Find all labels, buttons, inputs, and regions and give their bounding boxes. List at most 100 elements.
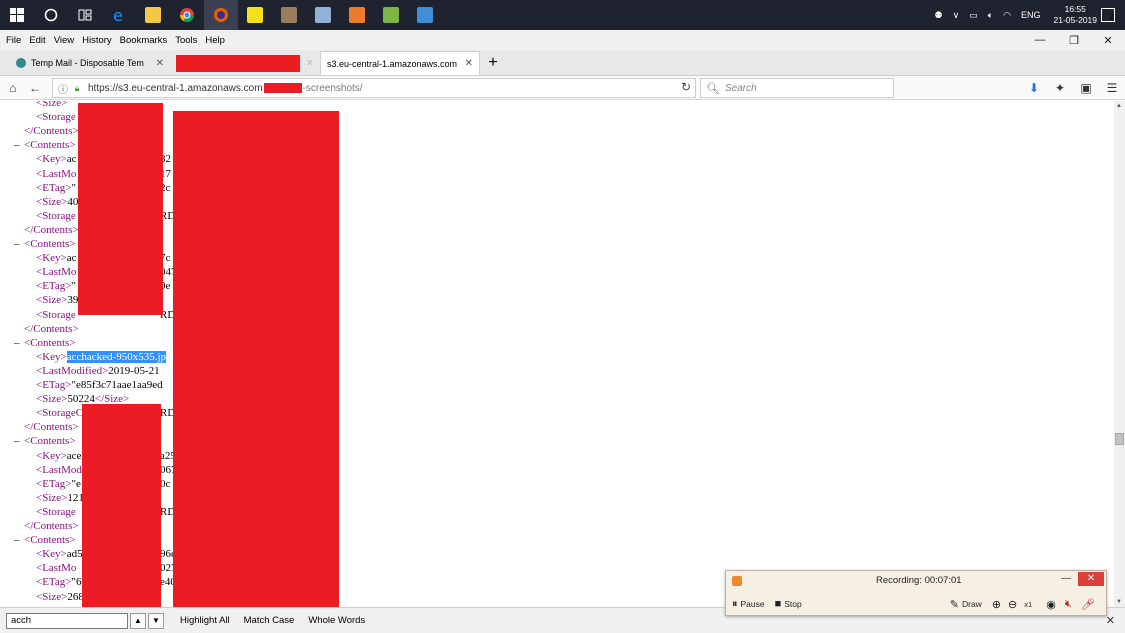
back-button[interactable]: ←: [24, 77, 46, 99]
xml-line: <ETag>"e85f3c71aae1aa9ed: [36, 378, 163, 392]
screen-recorder-widget: Recording: 00:07:01 — ✕ ⏸︎ Pause ■ Stop …: [725, 570, 1107, 616]
file-explorer-icon[interactable]: [136, 0, 170, 30]
task-view-icon[interactable]: [68, 0, 102, 30]
new-tab-button[interactable]: +: [480, 51, 506, 75]
xml-line: <Size>: [36, 101, 67, 110]
xml-tag: <Size>: [36, 590, 68, 603]
app-icon[interactable]: [272, 0, 306, 30]
info-icon[interactable]: ⓘ: [56, 81, 70, 96]
scroll-down-icon[interactable]: ▼: [1116, 599, 1122, 605]
recorder-logo-icon: [732, 576, 742, 586]
collapse-toggle[interactable]: –: [14, 533, 24, 547]
xml-value: ": [71, 181, 76, 194]
close-tab-icon[interactable]: ✕: [156, 58, 164, 69]
draw-button[interactable]: ✎ Draw: [950, 598, 982, 611]
speaker-button[interactable]: 🔇︎: [1065, 598, 1075, 611]
lock-icon[interactable]: 🔒︎: [70, 83, 84, 94]
notification-center-icon[interactable]: 2: [1101, 8, 1115, 22]
microphone-button[interactable]: 🎤︎: [1081, 598, 1098, 611]
stop-button[interactable]: ■ Stop: [775, 598, 802, 610]
close-window-button[interactable]: ✕: [1091, 30, 1125, 50]
webcam-button[interactable]: ◉: [1046, 598, 1059, 611]
whole-words-toggle[interactable]: Whole Words: [308, 615, 365, 626]
xml-tag: <StorageC: [36, 407, 84, 420]
battery-icon[interactable]: ▭: [969, 10, 978, 21]
screen-recorder-icon[interactable]: [340, 0, 374, 30]
xml-line: <ETag>": [36, 181, 76, 195]
minimize-button[interactable]: —: [1023, 30, 1057, 50]
windows-start-icon[interactable]: [0, 0, 34, 30]
find-input[interactable]: acch: [6, 612, 128, 629]
find-next-button[interactable]: ▼: [148, 612, 164, 629]
system-tray: ⚉ ∨ ▭ 🔈︎ ◠ ENG 16:55 21-05-2019: [930, 0, 1125, 30]
menu-view[interactable]: View: [50, 35, 78, 46]
hamburger-menu-icon[interactable]: ☰: [1099, 77, 1125, 99]
cortana-icon[interactable]: [34, 0, 68, 30]
collapse-toggle[interactable]: –: [14, 434, 24, 448]
notebook-icon[interactable]: [306, 0, 340, 30]
menu-help[interactable]: Help: [201, 35, 229, 46]
find-previous-button[interactable]: ▲: [130, 612, 146, 629]
search-bar[interactable]: 🔍︎ Search: [700, 78, 894, 98]
xml-tag: <Contents>: [24, 139, 76, 152]
xml-tag: <Storage: [36, 308, 76, 321]
tab-redacted[interactable]: ✕: [170, 51, 320, 75]
tab-s3-active[interactable]: s3.eu-central-1.amazonaws.com ✕: [320, 51, 480, 75]
microphone-muted-icon: 🎤︎: [1080, 598, 1095, 611]
sidebar-icon[interactable]: ▣: [1073, 77, 1099, 99]
xml-tag: </Contents>: [24, 125, 79, 138]
image-viewer-icon[interactable]: [374, 0, 408, 30]
people-icon[interactable]: ⚉: [935, 10, 943, 21]
menu-file[interactable]: File: [2, 35, 25, 46]
firefox-icon[interactable]: [204, 0, 238, 30]
xml-tag: <Size>: [36, 294, 68, 307]
wifi-icon[interactable]: ◠: [1003, 10, 1011, 21]
zoom-out-button[interactable]: ⊖: [1008, 598, 1020, 611]
chrome-icon[interactable]: [170, 0, 204, 30]
find-match-highlight: acchacked-950x535.jp: [66, 350, 166, 363]
edge-icon[interactable]: e: [102, 0, 136, 30]
close-tab-icon[interactable]: ✕: [306, 58, 314, 69]
sticky-notes-icon[interactable]: [238, 0, 272, 30]
extension-icon[interactable]: ✦: [1047, 77, 1073, 99]
clock[interactable]: 16:55 21-05-2019: [1054, 4, 1097, 26]
xml-line: <ETag>"e: [36, 477, 81, 491]
xml-tag: <Contents>: [24, 534, 76, 547]
highlight-all-toggle[interactable]: Highlight All: [180, 615, 230, 626]
vertical-scrollbar[interactable]: ▲ ▼: [1114, 101, 1125, 607]
close-tab-icon[interactable]: ✕: [465, 58, 473, 69]
restore-button[interactable]: ❐: [1057, 30, 1091, 50]
xml-line: <Storage: [36, 110, 76, 124]
volume-icon[interactable]: 🔈︎: [988, 10, 993, 21]
xml-line: </Contents>: [24, 124, 79, 138]
xml-tag: <Contents>: [24, 336, 76, 349]
collapse-toggle[interactable]: –: [14, 138, 24, 152]
xml-value: ad5: [66, 548, 83, 561]
tab-temp-mail[interactable]: Temp Mail - Disposable Tem ✕: [10, 51, 170, 75]
pause-button[interactable]: ⏸︎ Pause: [732, 598, 765, 611]
close-find-bar-icon[interactable]: ✕: [1106, 614, 1115, 627]
xml-tag: </Contents>: [24, 421, 79, 434]
menu-bookmarks[interactable]: Bookmarks: [116, 35, 172, 46]
recorder-close-button[interactable]: ✕: [1078, 572, 1104, 586]
match-case-toggle[interactable]: Match Case: [244, 615, 295, 626]
home-button[interactable]: ⌂: [2, 77, 24, 99]
chevron-up-icon[interactable]: ∨: [953, 10, 960, 21]
zoom-in-button[interactable]: ⊕: [992, 598, 1004, 611]
recorder-minimize-button[interactable]: —: [1058, 573, 1074, 587]
url-bar[interactable]: ⓘ 🔒︎ https://s3.eu-central-1.amazonaws.c…: [52, 78, 696, 98]
scrollbar-thumb[interactable]: [1115, 433, 1124, 445]
collapse-toggle[interactable]: –: [14, 237, 24, 251]
scroll-up-icon[interactable]: ▲: [1116, 103, 1122, 109]
xml-tag: <LastMo: [36, 266, 77, 279]
downloads-icon[interactable]: ⬇: [1021, 77, 1047, 99]
xml-tag: <Size>: [36, 491, 68, 504]
xml-line: <Key>ad5: [36, 547, 83, 561]
collapse-toggle[interactable]: –: [14, 336, 24, 350]
language-indicator[interactable]: ENG: [1021, 10, 1041, 20]
menu-tools[interactable]: Tools: [171, 35, 201, 46]
s3-browser-icon[interactable]: [408, 0, 442, 30]
reload-icon[interactable]: ↻: [681, 80, 691, 94]
menu-edit[interactable]: Edit: [25, 35, 49, 46]
menu-history[interactable]: History: [78, 35, 116, 46]
